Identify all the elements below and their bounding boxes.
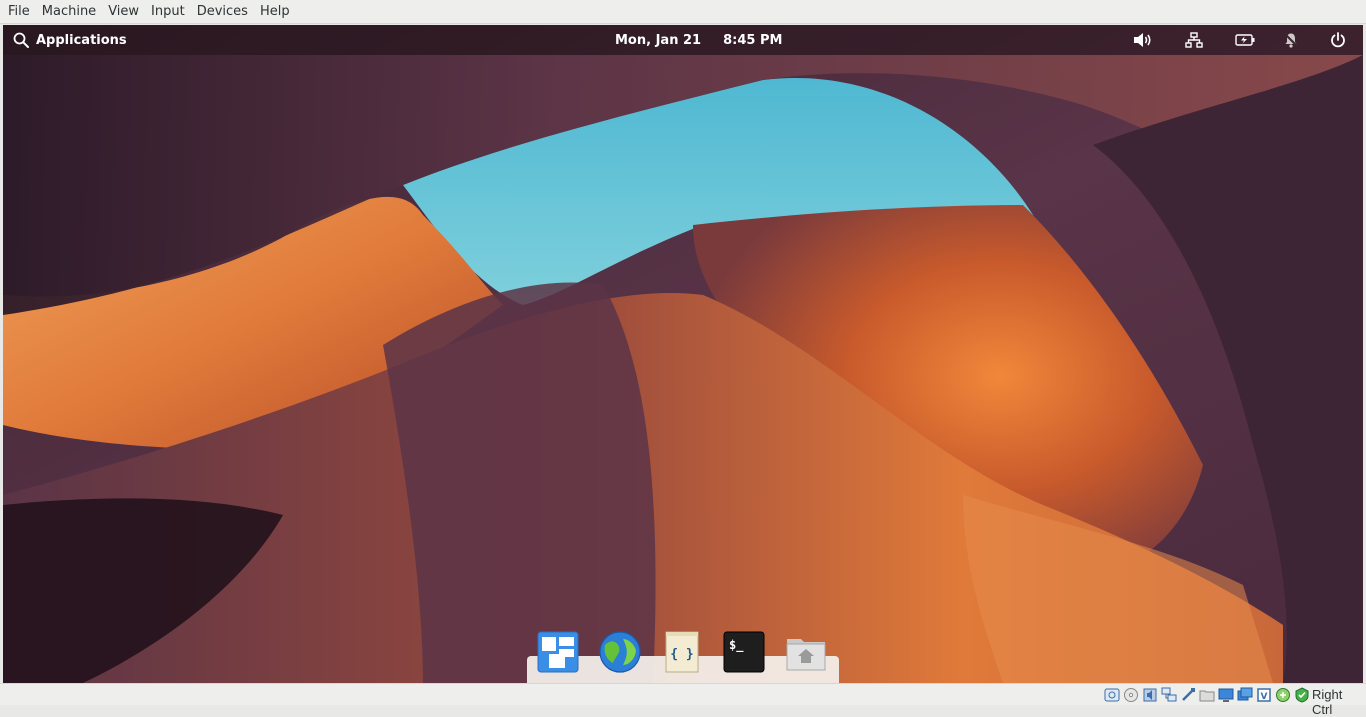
time-label: 8:45 PM (723, 32, 783, 48)
menu-file[interactable]: File (2, 0, 36, 24)
hard-disk-icon[interactable] (1104, 687, 1120, 703)
host-key-label: Right Ctrl (1312, 687, 1343, 717)
status-icons: V (1104, 687, 1310, 703)
svg-text:{ }: { } (670, 647, 693, 662)
search-icon (13, 32, 29, 48)
display-icon[interactable] (1218, 687, 1234, 703)
menu-devices[interactable]: Devices (191, 0, 254, 24)
power-icon[interactable] (1327, 30, 1349, 50)
shared-folders-icon[interactable] (1199, 687, 1215, 703)
dock-item-multitasking-view[interactable] (537, 631, 579, 673)
dock-item-terminal[interactable]: $_ (723, 631, 765, 673)
keyboard-capture-icon[interactable] (1294, 687, 1310, 703)
network-icon[interactable] (1183, 30, 1205, 50)
battery-icon[interactable] (1234, 30, 1256, 50)
cpu-icon[interactable]: V (1256, 687, 1272, 703)
svg-text:$_: $_ (729, 638, 744, 653)
dock-item-files[interactable] (785, 631, 827, 673)
code-braces-icon: { } (665, 631, 699, 673)
dock-item-web-browser[interactable] (599, 631, 641, 673)
audio-icon[interactable] (1142, 687, 1158, 703)
svg-text:V: V (1261, 692, 1268, 702)
home-folder-icon (786, 639, 826, 671)
menu-input[interactable]: Input (145, 0, 191, 24)
vbox-menubar: File Machine View Input Devices Help (0, 0, 1366, 24)
menu-machine[interactable]: Machine (36, 0, 102, 24)
menu-view[interactable]: View (102, 0, 145, 24)
mouse-integration-icon[interactable] (1275, 687, 1291, 703)
date-label: Mon, Jan 21 (615, 32, 702, 48)
date-time-indicator[interactable]: Mon, Jan 21 8:45 PM (615, 25, 782, 55)
menu-help[interactable]: Help (254, 0, 296, 24)
usb-icon[interactable] (1180, 687, 1196, 703)
volume-icon[interactable] (1132, 30, 1154, 50)
multitasking-icon (537, 631, 579, 673)
top-panel: Applications Mon, Jan 21 8:45 PM (3, 25, 1363, 55)
globe-icon (599, 631, 641, 673)
terminal-icon: $_ (723, 631, 765, 673)
network-adapter-icon[interactable] (1161, 687, 1177, 703)
guest-screen[interactable]: Applications Mon, Jan 21 8:45 PM {} $_ (3, 25, 1363, 683)
notifications-off-icon[interactable] (1280, 30, 1302, 50)
desktop-wallpaper (3, 25, 1363, 683)
dock-item-code-editor[interactable]: { } (661, 631, 703, 673)
applications-menu-button[interactable]: Applications (13, 25, 127, 55)
optical-drive-icon[interactable] (1123, 687, 1139, 703)
applications-label: Applications (36, 32, 127, 48)
video-capture-icon[interactable] (1237, 687, 1253, 703)
vbox-statusbar: V Right Ctrl (0, 683, 1366, 717)
